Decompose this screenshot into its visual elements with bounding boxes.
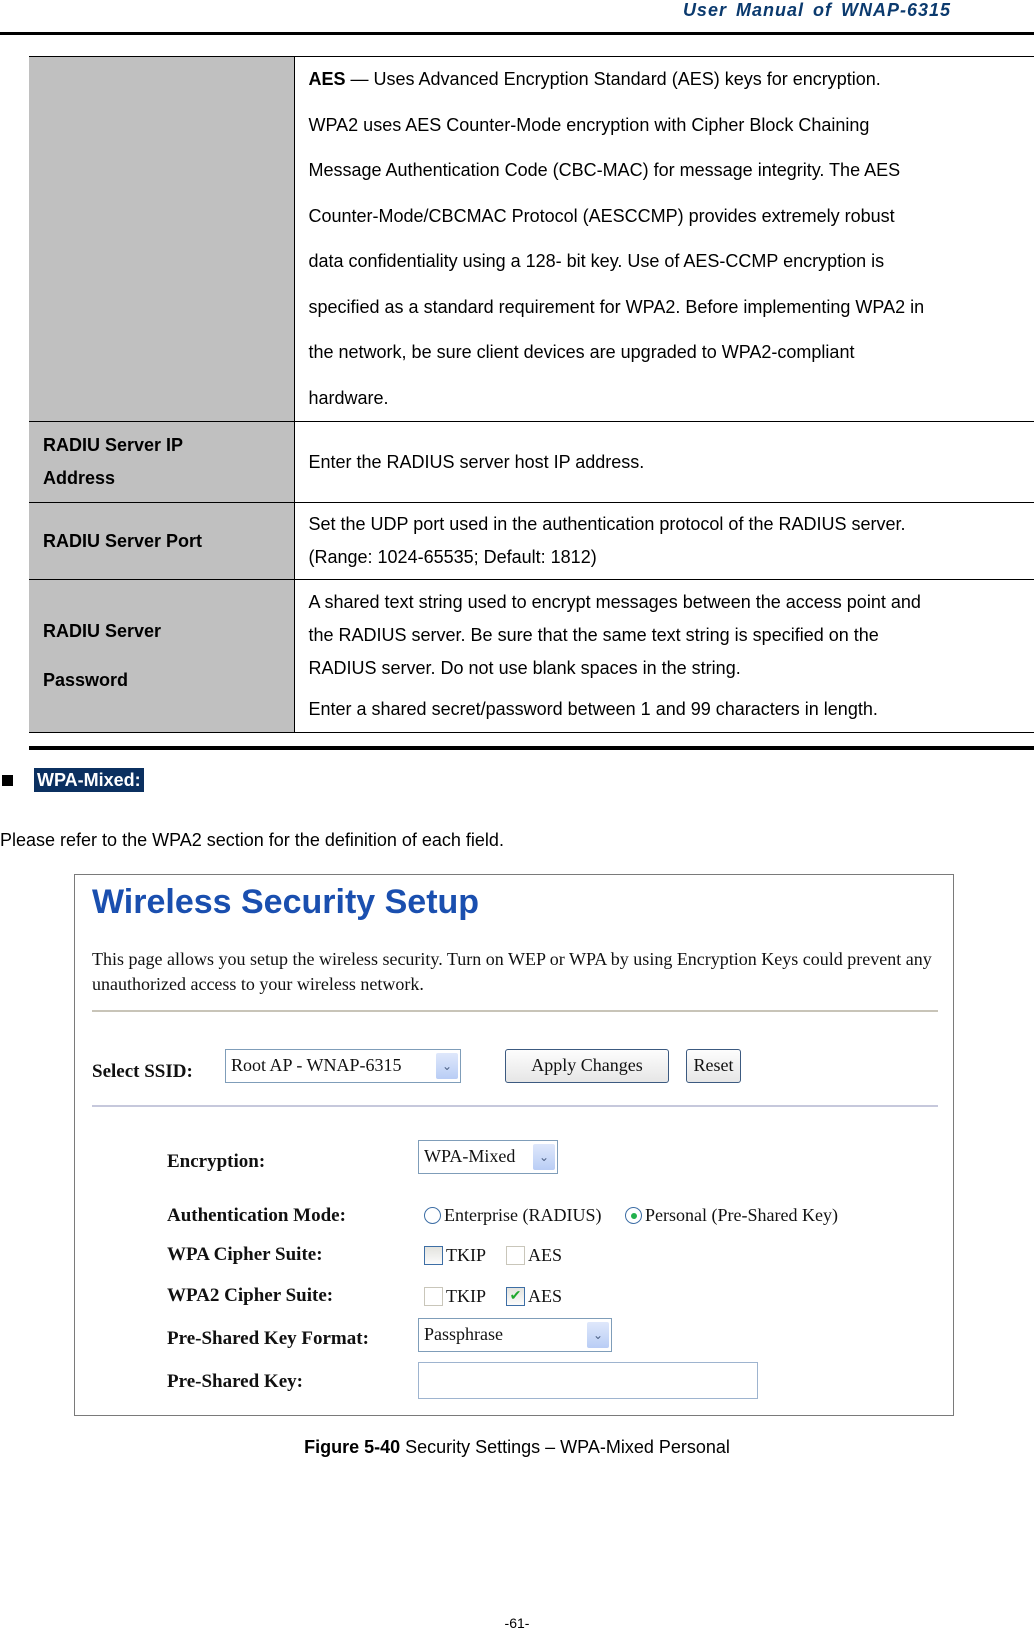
section-label: WPA-Mixed: (34, 768, 144, 792)
wpa-aes-option[interactable]: AES (506, 1245, 562, 1266)
desc-line: WPA2 uses AES Counter-Mode encryption wi… (308, 114, 870, 135)
table-bottom-rule (29, 746, 1034, 750)
page-title: Wireless Security Setup (92, 883, 480, 921)
field-definition-table: AES — Uses Advanced Encryption Standard … (29, 56, 1034, 733)
desc-line: Counter-Mode/CBCMAC Protocol (AESCCMP) p… (308, 205, 895, 226)
description-cell: AES — Uses Advanced Encryption Standard … (294, 56, 1034, 422)
option-label: TKIP (446, 1286, 486, 1306)
wpa-cipher-label: WPA Cipher Suite: (167, 1244, 323, 1265)
section-intro: Please refer to the WPA2 section for the… (0, 830, 504, 850)
wpa-aes-checkbox[interactable] (506, 1246, 525, 1265)
term-line: Address (43, 468, 116, 488)
desc-line: (Range: 1024-65535; Default: 1812) (308, 547, 597, 567)
chevron-down-icon[interactable]: ⌄ (587, 1322, 609, 1348)
psk-format-select[interactable]: Passphrase ⌄ (418, 1318, 612, 1352)
auth-enterprise-option[interactable]: Enterprise (RADIUS) (424, 1205, 601, 1226)
desc-line: hardware. (308, 387, 389, 408)
term-cell: RADIU Server Port (29, 502, 295, 580)
term-line: RADIU Server (43, 621, 162, 641)
psk-label: Pre-Shared Key: (167, 1371, 303, 1392)
psk-input[interactable] (418, 1362, 758, 1399)
divider (92, 1105, 938, 1107)
radio-enterprise[interactable] (424, 1207, 441, 1224)
wpa-tkip-option[interactable]: TKIP (424, 1245, 486, 1266)
header-rule (0, 32, 1034, 35)
manual-header-title: User Manual of WNAP-6315 (682, 0, 951, 20)
encryption-value: WPA-Mixed (424, 1146, 516, 1166)
desc-line: Enter the RADIUS server host IP address. (308, 451, 645, 472)
apply-changes-button[interactable]: Apply Changes (505, 1049, 669, 1083)
desc-line: specified as a standard requirement for … (308, 296, 925, 317)
option-label: Enterprise (RADIUS) (444, 1205, 602, 1225)
wpa-tkip-checkbox[interactable] (424, 1246, 443, 1265)
aes-term: AES (308, 69, 346, 89)
page-number: -61- (504, 1615, 530, 1631)
desc-line: — Uses Advanced Encryption Standard (AES… (345, 69, 881, 89)
term-line: RADIU Server Port (43, 530, 203, 551)
desc-line: Enter a shared secret/password between 1… (308, 699, 878, 719)
desc-line: the network, be sure client devices are … (308, 342, 855, 362)
psk-format-value: Passphrase (424, 1324, 503, 1344)
term-line: RADIU Server IP (43, 435, 184, 455)
table-row: RADIU Server Password A shared text stri… (29, 579, 1034, 733)
wpa2-cipher-label: WPA2 Cipher Suite: (167, 1285, 334, 1306)
desc-line: A shared text string used to encrypt mes… (308, 592, 921, 612)
desc-line: RADIUS server. Do not use blank spaces i… (308, 658, 741, 678)
square-bullet-icon (2, 774, 13, 786)
term-cell: RADIU Server IP Address (29, 421, 295, 503)
chevron-down-icon[interactable]: ⌄ (533, 1144, 555, 1170)
term-cell: RADIU Server Password (29, 579, 295, 733)
description-cell: A shared text string used to encrypt mes… (294, 579, 1034, 733)
encryption-label: Encryption: (167, 1151, 266, 1172)
chevron-down-icon[interactable]: ⌄ (436, 1053, 458, 1079)
reset-button[interactable]: Reset (686, 1049, 741, 1083)
desc-line: Set the UDP port used in the authenticat… (308, 514, 906, 534)
description-cell: Enter the RADIUS server host IP address. (294, 421, 1034, 503)
desc-line: data confidentiality using a 128- bit ke… (308, 251, 885, 271)
check-icon[interactable]: ✔ (506, 1287, 525, 1306)
section-heading: WPA-Mixed: (0, 768, 144, 792)
term-line: Password (43, 670, 129, 690)
wpa2-aes-option[interactable]: ✔ AES (506, 1286, 562, 1307)
table-row: AES — Uses Advanced Encryption Standard … (29, 56, 1034, 422)
ssid-label: Select SSID: (92, 1061, 193, 1082)
radio-personal[interactable] (625, 1207, 642, 1224)
page-description: This page allows you setup the wireless … (92, 949, 932, 994)
psk-format-label: Pre-Shared Key Format: (167, 1328, 369, 1349)
option-label: Personal (Pre-Shared Key) (645, 1205, 838, 1225)
divider (92, 1010, 938, 1012)
auth-mode-label: Authentication Mode: (167, 1205, 346, 1226)
ssid-value: Root AP - WNAP-6315 (231, 1055, 402, 1075)
auth-personal-option[interactable]: Personal (Pre-Shared Key) (625, 1205, 838, 1226)
wpa2-tkip-checkbox[interactable] (424, 1287, 443, 1306)
figure-number: Figure 5-40 (304, 1437, 401, 1457)
wireless-security-setup-screenshot: Wireless Security Setup This page allows… (74, 874, 954, 1416)
option-label: AES (528, 1286, 563, 1306)
table-row: RADIU Server Port Set the UDP port used … (29, 502, 1034, 580)
term-cell (29, 56, 295, 422)
wpa2-tkip-option[interactable]: TKIP (424, 1286, 486, 1307)
encryption-select[interactable]: WPA-Mixed ⌄ (418, 1140, 558, 1174)
option-label: AES (528, 1245, 563, 1265)
ssid-select[interactable]: Root AP - WNAP-6315 ⌄ (225, 1049, 461, 1083)
option-label: TKIP (446, 1245, 486, 1265)
figure-caption-text: Security Settings – WPA-Mixed Personal (400, 1437, 730, 1457)
desc-line: Message Authentication Code (CBC-MAC) fo… (308, 160, 901, 180)
description-cell: Set the UDP port used in the authenticat… (294, 502, 1034, 580)
figure-caption: Figure 5-40 Security Settings – WPA-Mixe… (0, 1437, 1034, 1458)
table-row: RADIU Server IP Address Enter the RADIUS… (29, 421, 1034, 503)
desc-line: the RADIUS server. Be sure that the same… (308, 625, 879, 645)
